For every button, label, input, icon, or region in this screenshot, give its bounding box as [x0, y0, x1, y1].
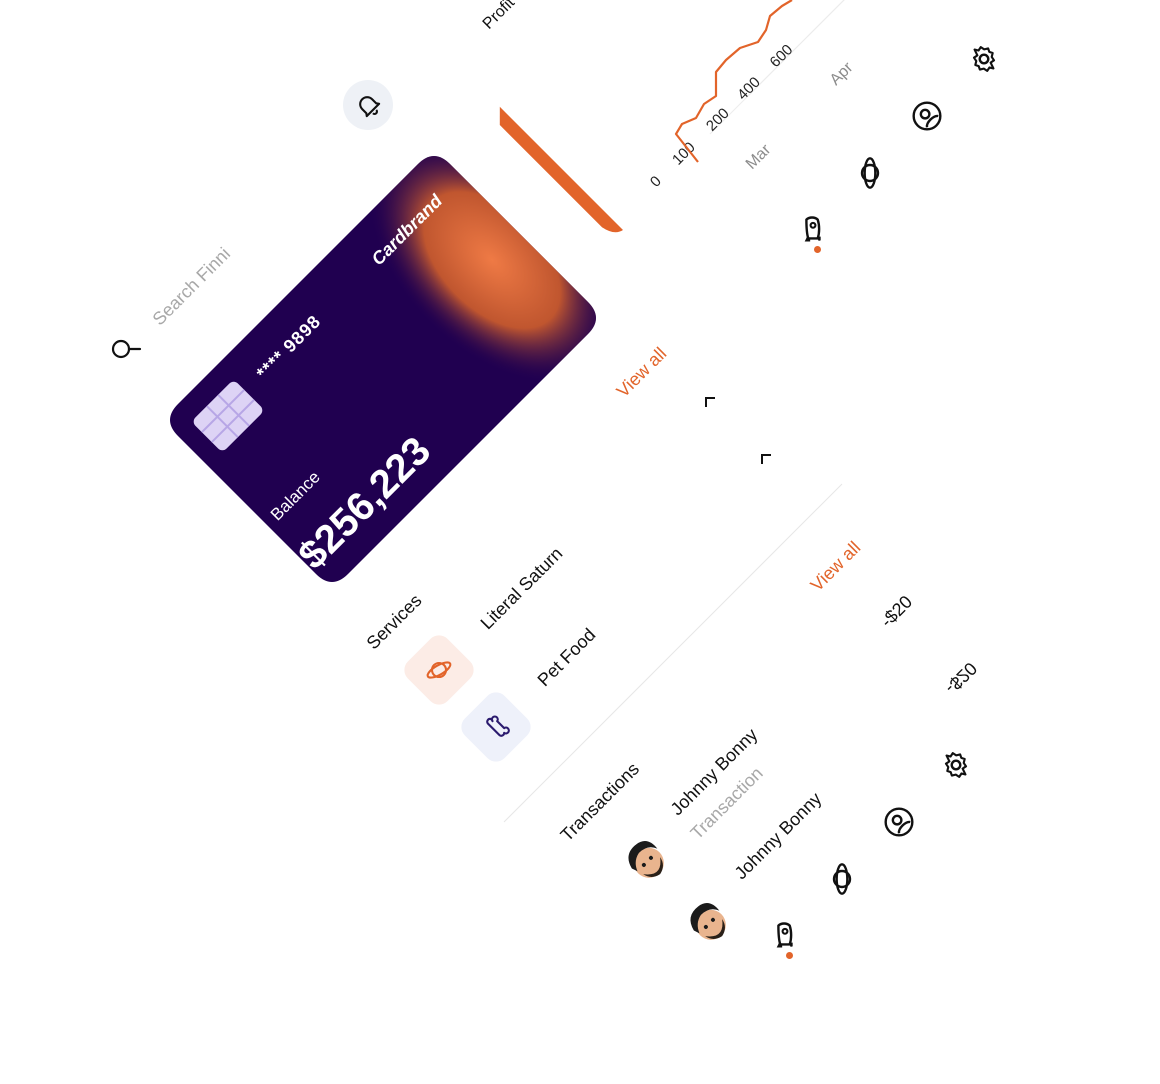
user-circle-icon[interactable]: [883, 806, 915, 838]
y-tick-label: 200: [703, 105, 733, 135]
corner-marker: [761, 454, 771, 464]
divider: [503, 483, 843, 823]
y-tick-label: 600: [767, 41, 797, 71]
planet-icon[interactable]: [854, 157, 886, 189]
x-tick-label: Mar: [743, 141, 775, 173]
avatar: [671, 885, 745, 959]
active-indicator: [786, 952, 793, 959]
grid-line: [807, 0, 845, 37]
y-tick-label: 400: [734, 74, 764, 104]
transaction-amount: -$20: [876, 591, 917, 632]
service-item[interactable]: [399, 630, 479, 710]
transaction-amount: -$20: [941, 658, 981, 698]
services-view-all[interactable]: View all: [613, 343, 671, 401]
gear-icon[interactable]: [968, 43, 1000, 75]
bell-icon: [359, 96, 381, 118]
planet-icon[interactable]: [826, 863, 858, 895]
corner-marker: [705, 397, 715, 407]
rocket-icon[interactable]: [769, 920, 801, 952]
user-circle-icon[interactable]: [911, 100, 943, 132]
x-tick-label: Apr: [827, 59, 857, 89]
active-indicator: [814, 246, 821, 253]
series-line: [674, 0, 793, 163]
planet-icon: [426, 661, 452, 679]
grid-line: [743, 0, 845, 101]
search-icon[interactable]: [110, 338, 142, 360]
profit-chart: 0100200400600 MarApr: [647, 0, 857, 191]
notifications-button[interactable]: [343, 80, 393, 130]
y-tick-label: 0: [647, 173, 665, 191]
gear-icon[interactable]: [940, 749, 972, 781]
rocket-icon[interactable]: [797, 214, 829, 246]
